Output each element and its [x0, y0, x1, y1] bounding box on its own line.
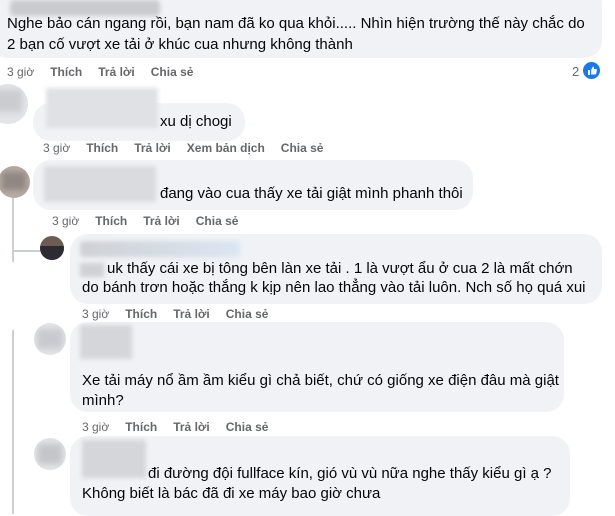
comment-bubble	[70, 322, 564, 412]
share-button[interactable]: Chia sẻ	[151, 65, 194, 79]
author-name	[80, 325, 132, 359]
reaction-count[interactable]: 2	[572, 64, 579, 79]
reply-button[interactable]: Trả lời	[98, 65, 135, 79]
author-name	[46, 88, 158, 128]
timestamp[interactable]: 3 giờ	[82, 307, 109, 321]
timestamp[interactable]: 3 giờ	[43, 141, 70, 155]
translate-button[interactable]: Xem bản dịch	[187, 141, 265, 155]
comment-actions: 3 giờ Thích Trả lời Chia sẻ	[82, 307, 284, 321]
reply-button[interactable]: Trả lời	[134, 141, 171, 155]
reply-button[interactable]: Trả lời	[173, 420, 210, 434]
like-button[interactable]: Thích	[95, 214, 127, 228]
avatar[interactable]	[34, 323, 66, 355]
comment-text-line: Nghe bảo cán ngang rồi, bạn nam đã ko qu…	[7, 15, 585, 32]
comment-text-line: đang vào cua thấy xe tải giật mình phanh…	[160, 185, 463, 202]
thread-line	[12, 330, 14, 514]
like-button[interactable]: Thích	[86, 141, 118, 155]
share-button[interactable]: Chia sẻ	[226, 307, 269, 321]
comment-text-line: xu dị chogi	[160, 113, 232, 130]
reply-button[interactable]: Trả lời	[173, 307, 210, 321]
avatar[interactable]	[40, 236, 64, 260]
timestamp[interactable]: 3 giờ	[82, 420, 109, 434]
timestamp[interactable]: 3 giờ	[7, 65, 34, 79]
avatar[interactable]	[0, 84, 28, 124]
comment-text-line: Không biết là bác đã đi xe máy bao giờ c…	[82, 485, 381, 502]
comment-actions: 3 giờ Thích Trả lời Chia sẻ	[82, 420, 284, 434]
avatar[interactable]	[34, 438, 66, 470]
like-button[interactable]: Thích	[125, 307, 157, 321]
thread-line	[12, 250, 40, 252]
comment-text-line: Xe tải máy nổ ầm ầm kiểu gì chả biết, ch…	[82, 372, 559, 389]
share-button[interactable]: Chia sẻ	[226, 420, 269, 434]
comment-actions: 3 giờ Thích Trả lời Xem bản dịch Chia sẻ	[43, 141, 339, 155]
like-button[interactable]: Thích	[125, 420, 157, 434]
comment-text-line: uk thấy cái xe bị tông bên làn xe tải . …	[107, 260, 573, 277]
comment-text-line: mình?	[82, 392, 124, 409]
avatar[interactable]	[0, 166, 30, 198]
comment-text-line: 2 bạn cố vượt xe tải ở khúc cua nhưng kh…	[7, 36, 353, 53]
reply-button[interactable]: Trả lời	[143, 214, 180, 228]
like-icon	[583, 62, 600, 79]
comment-text-line: đi đường đội fullface kín, gió vù vù nữa…	[148, 465, 552, 482]
comment-actions: 3 giờ Thích Trả lời Chia sẻ	[7, 65, 209, 79]
blurred-text	[80, 263, 104, 277]
author-name	[80, 241, 240, 257]
share-button[interactable]: Chia sẻ	[196, 214, 239, 228]
like-button[interactable]: Thích	[50, 65, 82, 79]
author-name	[82, 440, 146, 478]
share-button[interactable]: Chia sẻ	[281, 141, 324, 155]
author-name	[44, 166, 156, 202]
comment-text-line: do bánh trơn hoặc thắng k kịp nên lao th…	[82, 279, 586, 296]
timestamp[interactable]: 3 giờ	[52, 214, 79, 228]
comment-actions: 3 giờ Thích Trả lời Chia sẻ	[52, 214, 254, 228]
